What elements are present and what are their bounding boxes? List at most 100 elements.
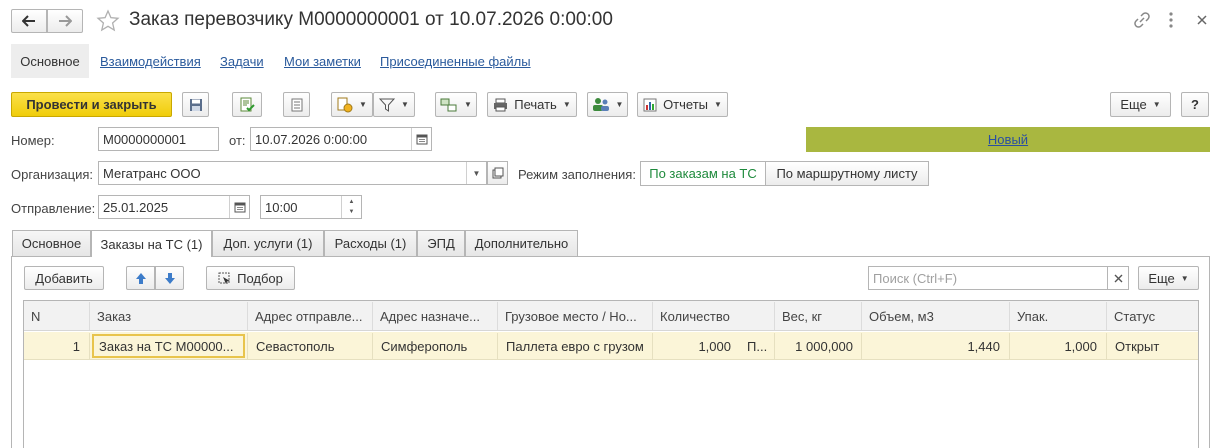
link-icon[interactable]	[1133, 11, 1151, 29]
move-up-button[interactable]	[126, 266, 155, 290]
fill-mode-by-orders-label: По заказам на ТС	[649, 166, 757, 181]
cell-volume: 1,440	[862, 333, 1010, 359]
nav-tab-tasks[interactable]: Задачи	[220, 54, 264, 69]
more-menu-icon[interactable]	[1165, 10, 1177, 30]
chevron-down-icon: ▼	[562, 100, 571, 109]
reports-label: Отчеты	[663, 97, 708, 112]
cell-order-value: Заказ на ТС М00000...	[92, 334, 245, 358]
cell-destination-address: Симферополь	[373, 333, 498, 359]
post-button[interactable]	[232, 92, 262, 117]
add-row-button[interactable]: Добавить	[24, 266, 104, 290]
open-organization-button[interactable]	[487, 161, 508, 185]
column-header-destination-address[interactable]: Адрес назначе...	[373, 302, 498, 330]
arrow-up-icon	[135, 272, 146, 284]
reports-button[interactable]: Отчеты ▼	[637, 92, 728, 117]
column-header-origin-address[interactable]: Адрес отправле...	[248, 302, 373, 330]
nav-tab-notes[interactable]: Мои заметки	[284, 54, 361, 69]
post-and-close-button[interactable]: Провести и закрыть	[11, 92, 172, 117]
clear-search-button[interactable]	[1107, 266, 1129, 290]
cell-packing: 1,000	[1010, 333, 1107, 359]
printer-icon	[494, 98, 508, 111]
dispatch-time-value: 10:00	[265, 199, 298, 215]
forward-button[interactable]	[47, 9, 83, 33]
tab-epd[interactable]: ЭПД	[417, 230, 465, 256]
back-button[interactable]	[11, 9, 47, 33]
chevron-down-icon: ▼	[359, 100, 367, 109]
floppy-icon	[189, 98, 202, 111]
tab-additional-label: Дополнительно	[474, 236, 569, 251]
column-header-quantity[interactable]: Количество	[653, 302, 775, 330]
column-header-weight[interactable]: Вес, кг	[775, 302, 862, 330]
move-down-button[interactable]	[155, 266, 184, 290]
stepper-up-icon[interactable]: ▲	[349, 197, 355, 207]
column-header-order[interactable]: Заказ	[90, 302, 248, 330]
cell-quantity: 1,000	[698, 338, 731, 354]
column-header-n[interactable]: N	[24, 302, 90, 330]
fill-mode-label: Режим заполнения:	[518, 167, 636, 182]
nav-tab-attached-files[interactable]: Присоединенные файлы	[380, 54, 531, 69]
column-header-cargo-place[interactable]: Грузовое место / Но...	[498, 302, 653, 330]
cell-order[interactable]: Заказ на ТС М00000...	[90, 333, 248, 359]
chevron-down-icon: ▼	[714, 100, 722, 109]
tab-main-label: Основное	[21, 236, 82, 251]
organization-field[interactable]: Мегатранс ООО ▼	[98, 161, 487, 185]
dispatch-date-field[interactable]: 25.01.2025	[98, 195, 250, 219]
pick-button[interactable]: Подбор	[206, 266, 295, 290]
date-field[interactable]: 10.07.2026 0:00:00	[250, 127, 432, 151]
tab-expenses-label: Расходы (1)	[334, 236, 407, 251]
more-button[interactable]: Еще ▼	[1110, 92, 1171, 117]
search-input[interactable]: Поиск (Ctrl+F)	[868, 266, 1108, 290]
tab-main[interactable]: Основное	[12, 230, 91, 256]
tab-vehicle-orders[interactable]: Заказы на ТС (1)	[91, 230, 212, 257]
save-button[interactable]	[182, 92, 209, 117]
date-value: 10.07.2026 0:00:00	[255, 131, 368, 147]
more-label: Еще	[1120, 97, 1147, 112]
tab-additional[interactable]: Дополнительно	[465, 230, 578, 256]
search-placeholder: Поиск (Ctrl+F)	[873, 270, 958, 286]
table-more-button[interactable]: Еще ▼	[1138, 266, 1199, 290]
time-stepper[interactable]: ▲ ▼	[341, 196, 361, 218]
chevron-down-icon: ▼	[1180, 273, 1189, 283]
calendar-icon[interactable]	[229, 196, 249, 218]
help-button[interactable]: ?	[1181, 92, 1209, 117]
fill-mode-by-route[interactable]: По маршрутному листу	[765, 161, 929, 186]
chevron-down-icon: ▼	[1152, 100, 1161, 109]
column-header-packing[interactable]: Упак.	[1010, 302, 1107, 330]
structure-button[interactable]: ▼	[435, 92, 477, 117]
filter-button[interactable]: ▼	[373, 92, 415, 117]
tab-vehicle-orders-label: Заказы на ТС (1)	[100, 236, 203, 252]
post-document-icon	[240, 97, 255, 111]
close-icon[interactable]	[1195, 13, 1209, 27]
nav-tab-interactions[interactable]: Взаимодействия	[100, 54, 201, 69]
number-field[interactable]: М0000000001	[98, 127, 219, 151]
create-based-on-button[interactable]: ▼	[331, 92, 373, 117]
dispatch-time-field[interactable]: 10:00 ▲ ▼	[260, 195, 362, 219]
chevron-down-icon[interactable]: ▼	[466, 162, 486, 184]
column-header-volume[interactable]: Объем, м3	[862, 302, 1010, 330]
cell-quantity-unit: П...	[739, 333, 775, 359]
list-button[interactable]	[283, 92, 310, 117]
pick-label: Подбор	[237, 270, 283, 286]
status-link[interactable]: Новый	[988, 132, 1028, 147]
number-label: Номер:	[11, 133, 55, 148]
dispatch-label: Отправление:	[11, 201, 96, 216]
nav-tab-main[interactable]: Основное	[11, 44, 89, 78]
tab-extra-services[interactable]: Доп. услуги (1)	[212, 230, 324, 256]
cell-n: 1	[24, 333, 90, 359]
column-header-status[interactable]: Статус	[1107, 302, 1198, 330]
favorite-star-icon[interactable]	[96, 9, 120, 33]
open-window-icon	[492, 167, 503, 179]
cell-status: Открыт	[1115, 338, 1160, 354]
pick-icon	[218, 272, 231, 284]
organization-value: Мегатранс ООО	[103, 165, 201, 181]
print-button[interactable]: Печать ▼	[487, 92, 577, 117]
tab-expenses[interactable]: Расходы (1)	[324, 230, 417, 256]
tab-extra-services-label: Доп. услуги (1)	[223, 236, 313, 251]
structure-icon	[440, 98, 457, 111]
users-button[interactable]: ▼	[587, 92, 628, 117]
status-bar: Новый	[806, 127, 1210, 152]
calendar-icon[interactable]	[411, 128, 431, 150]
fill-mode-by-orders[interactable]: По заказам на ТС	[640, 161, 766, 186]
chevron-down-icon: ▼	[464, 100, 472, 109]
stepper-down-icon[interactable]: ▼	[349, 207, 355, 217]
